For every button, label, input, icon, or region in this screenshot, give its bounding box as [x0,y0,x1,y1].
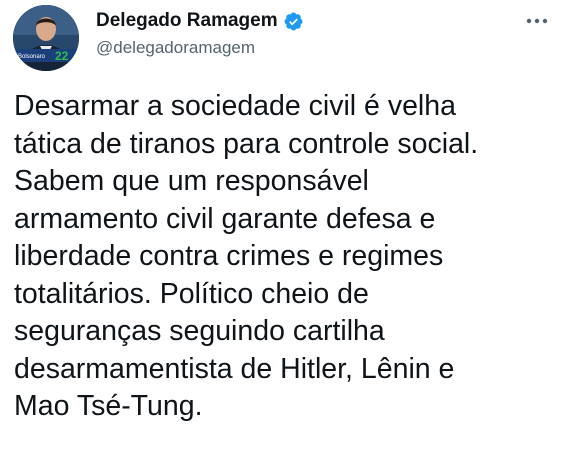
avatar-badge-number: 22 [55,49,69,63]
author-name-row: Delegado Ramagem [96,10,304,32]
author-display-name[interactable]: Delegado Ramagem [96,10,278,32]
author-handle[interactable]: @delegadoramagem [96,38,255,58]
verified-badge-icon [283,11,304,32]
more-options-button[interactable] [523,11,551,31]
avatar[interactable]: Bolsonaro 22 [13,5,79,71]
avatar-badge-label: Bolsonaro [18,54,46,60]
more-options-icon [526,18,548,24]
tweet-card: Bolsonaro 22 Delegado Ramagem @delegador… [0,0,567,451]
avatar-image: Bolsonaro 22 [13,5,79,71]
tweet-text: Desarmar a sociedade civil é velha tátic… [14,90,479,422]
